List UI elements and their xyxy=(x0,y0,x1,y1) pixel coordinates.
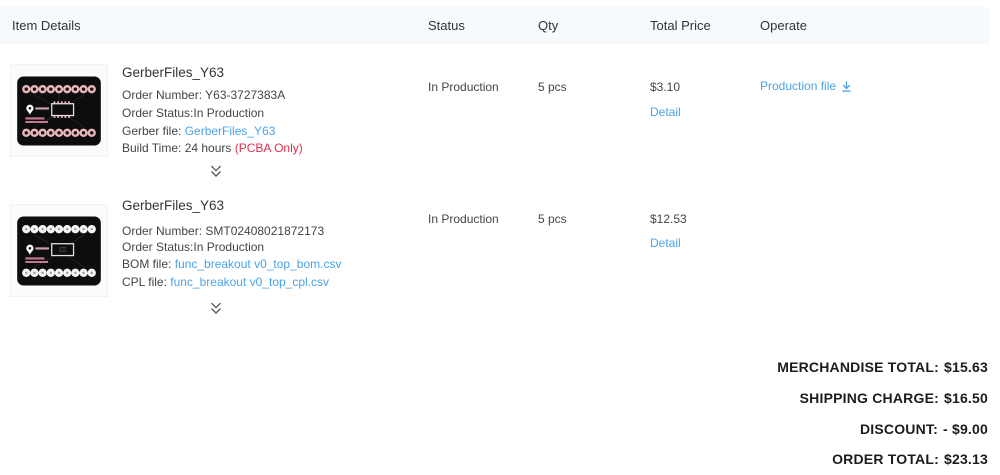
item-title: GerberFiles_Y63 xyxy=(122,198,225,213)
order-details-page: Item Details Status Qty Total Price Oper… xyxy=(0,0,1000,475)
order-status-value: In Production xyxy=(193,240,265,254)
gerber-file-label: Gerber file: xyxy=(122,124,185,138)
double-chevron-down-icon xyxy=(211,302,221,314)
build-time-label: Build Time: xyxy=(122,141,185,155)
double-chevron-down-icon xyxy=(211,165,221,177)
build-time-value: 24 hours xyxy=(184,141,235,155)
build-time-note: (PCBA Only) xyxy=(234,141,303,155)
bom-file-link[interactable]: func_breakout v0_top_bom.csv xyxy=(175,257,342,271)
order-number-line: Order Number: Y63-3727383A xyxy=(122,88,285,102)
shipping-charge-label: SHIPPING CHARGE: xyxy=(799,390,939,406)
order-number-label: Order Number: xyxy=(122,88,206,102)
order-number-value: SMT02408021872173 xyxy=(205,224,325,238)
cpl-file-label: CPL file: xyxy=(122,275,171,289)
column-header-qty: Qty xyxy=(538,18,559,33)
shipping-charge: SHIPPING CHARGE: $16.50 xyxy=(800,390,988,406)
row-status: In Production xyxy=(428,80,499,94)
detail-link[interactable]: Detail xyxy=(650,236,681,250)
detail-link[interactable]: Detail xyxy=(650,105,681,119)
row-qty: 5 pcs xyxy=(538,80,567,94)
production-file-link[interactable]: Production file xyxy=(760,79,852,93)
order-total-label: ORDER TOTAL: xyxy=(832,451,939,467)
expand-row-button[interactable] xyxy=(207,164,225,179)
pcb-thumbnail xyxy=(10,204,108,297)
merchandise-total-value: $15.63 xyxy=(943,359,988,375)
row-qty: 5 pcs xyxy=(538,212,567,226)
order-status-line: Order Status:In Production xyxy=(122,106,264,120)
order-status-value: In Production xyxy=(193,106,265,120)
pcb-image xyxy=(17,75,101,146)
order-number-value: Y63-3727383A xyxy=(205,88,286,102)
shipping-charge-value: $16.50 xyxy=(943,390,988,406)
order-number-label: Order Number: xyxy=(122,224,206,238)
discount-value: - $9.00 xyxy=(943,421,988,437)
discount: DISCOUNT: - $9.00 xyxy=(860,421,988,437)
table-header: Item Details Status Qty Total Price Oper… xyxy=(0,7,990,44)
build-time-line: Build Time: 24 hours (PCBA Only) xyxy=(122,141,303,155)
order-total: ORDER TOTAL: $23.13 xyxy=(832,451,988,467)
cpl-file-line: CPL file: func_breakout v0_top_cpl.csv xyxy=(122,275,329,289)
bom-file-line: BOM file: func_breakout v0_top_bom.csv xyxy=(122,257,341,271)
merchandise-total: MERCHANDISE TOTAL: $15.63 xyxy=(777,359,988,375)
row-total-price: $3.10 xyxy=(650,80,681,94)
item-title: GerberFiles_Y63 xyxy=(122,65,225,80)
order-status-label: Order Status: xyxy=(122,106,194,120)
row-status: In Production xyxy=(428,212,499,226)
download-icon xyxy=(842,80,851,92)
merchandise-total-label: MERCHANDISE TOTAL: xyxy=(777,359,939,375)
row-total-price: $12.53 xyxy=(650,212,687,226)
cpl-file-link[interactable]: func_breakout v0_top_cpl.csv xyxy=(170,275,329,289)
gerber-file-link[interactable]: GerberFiles_Y63 xyxy=(185,124,276,138)
order-number-line: Order Number: SMT02408021872173 xyxy=(122,224,324,238)
expand-row-button[interactable] xyxy=(207,301,225,316)
bom-file-label: BOM file: xyxy=(122,257,175,271)
column-header-total-price: Total Price xyxy=(650,18,711,33)
pcb-image xyxy=(17,215,101,286)
column-header-operate: Operate xyxy=(760,18,807,33)
production-file-label: Production file xyxy=(760,79,837,93)
order-status-label: Order Status: xyxy=(122,240,194,254)
column-header-status: Status xyxy=(428,18,465,33)
order-total-value: $23.13 xyxy=(943,451,988,467)
discount-label: DISCOUNT: xyxy=(859,421,938,437)
column-header-item-details: Item Details xyxy=(12,18,81,33)
order-status-line: Order Status:In Production xyxy=(122,240,264,254)
gerber-file-line: Gerber file: GerberFiles_Y63 xyxy=(122,124,275,138)
pcb-thumbnail xyxy=(10,64,108,157)
